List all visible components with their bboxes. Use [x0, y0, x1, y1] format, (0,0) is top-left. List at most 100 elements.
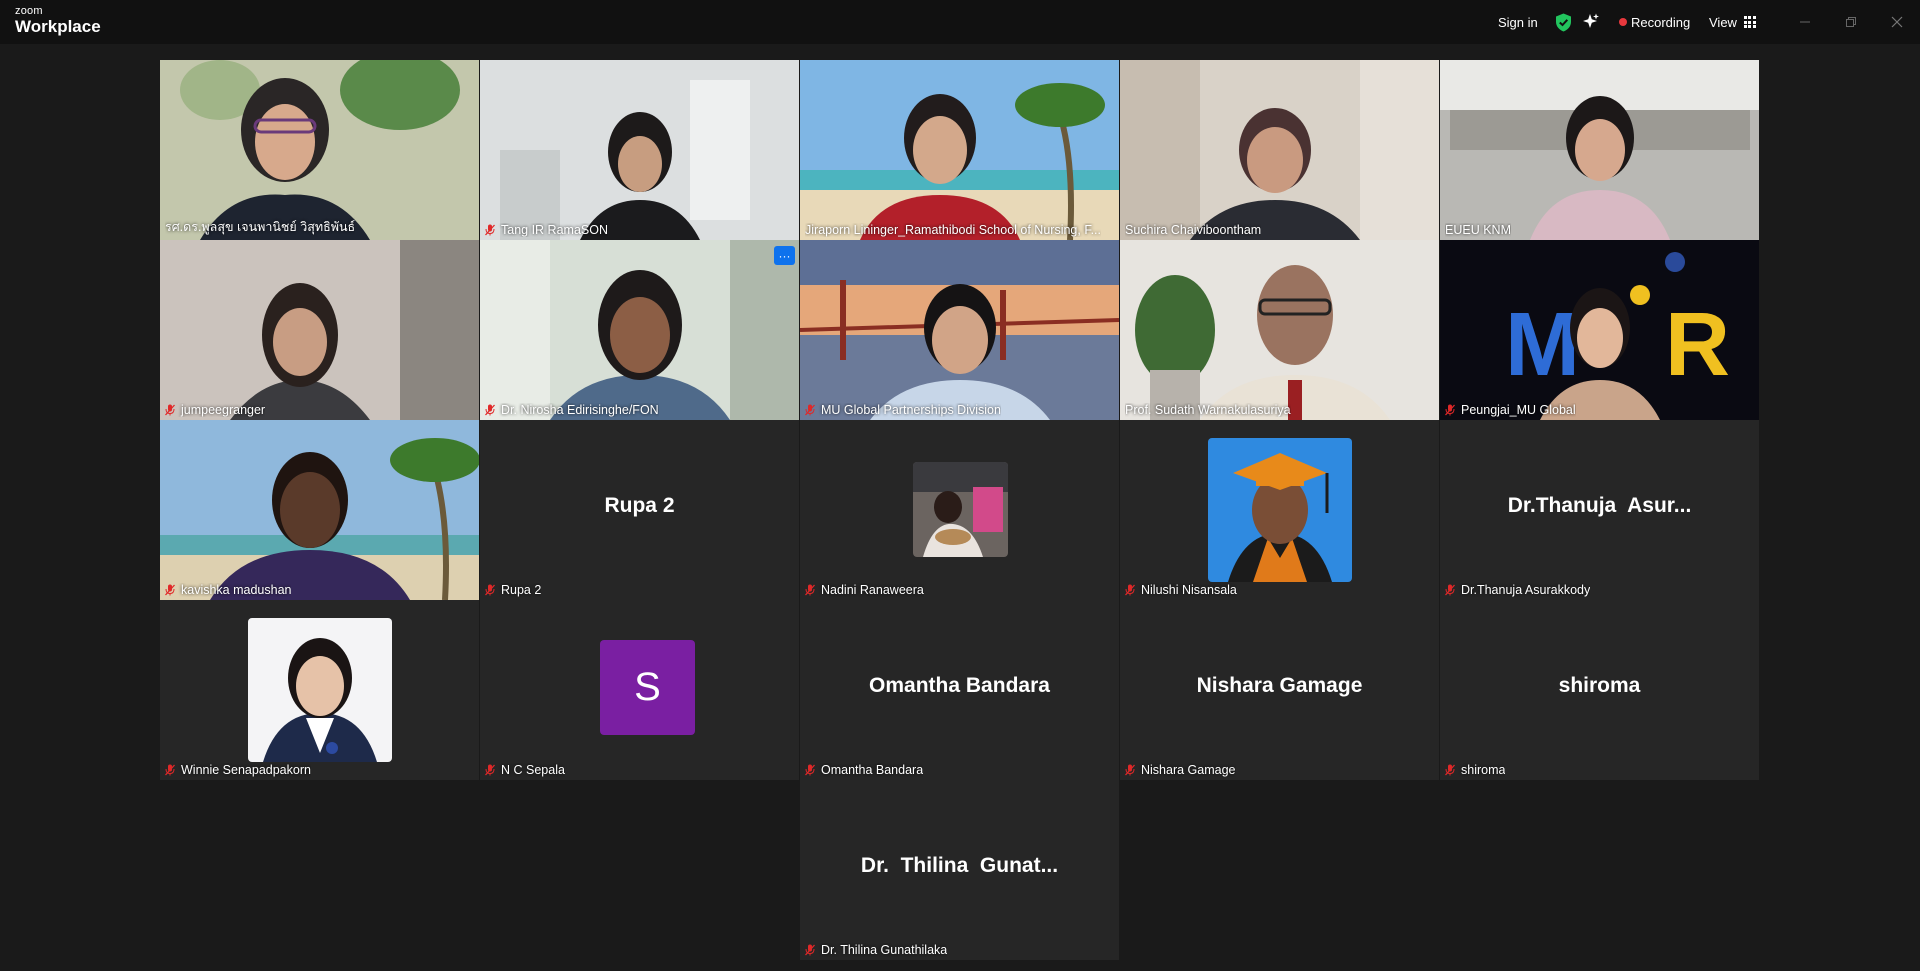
muted-mic-icon: [165, 764, 175, 776]
muted-mic-icon: [485, 764, 495, 776]
muted-mic-icon: [1445, 584, 1455, 596]
name-tile[interactable]: shiroma shiroma: [1440, 600, 1759, 780]
ai-companion-sparkle-icon[interactable]: [1582, 0, 1600, 44]
avatar-tile[interactable]: Nilushi Nisansala: [1120, 420, 1439, 600]
video-tile[interactable]: EUEU KNM: [1440, 60, 1759, 240]
name-tile[interactable]: Dr.Thanuja Asur... Dr.Thanuja Asurakkody: [1440, 420, 1759, 600]
participant-display-name: Dr.Thanuja Asur...: [1507, 494, 1692, 517]
participant-name-bar: Nadini Ranaweera: [805, 583, 924, 597]
video-feed: [160, 240, 479, 420]
name-tile[interactable]: Dr. Thilina Gunat... Dr. Thilina Gunathi…: [800, 780, 1119, 960]
participant-name: Omantha Bandara: [821, 763, 924, 777]
video-tile[interactable]: Suchira Chaiviboontham: [1120, 60, 1439, 240]
muted-mic-icon: [485, 224, 495, 236]
video-tile[interactable]: ··· Dr. Nirosha Edirisinghe/FON: [480, 240, 799, 420]
svg-text:M: M: [1505, 295, 1580, 395]
view-label: View: [1709, 14, 1737, 30]
participant-display-name: Omantha Bandara: [869, 674, 1050, 697]
participant-name-bar: Dr. Nirosha Edirisinghe/FON: [485, 403, 659, 417]
participant-name: Tang IR RamaSON: [501, 223, 608, 237]
muted-mic-icon: [485, 404, 495, 416]
participant-name: kavishka madushan: [181, 583, 292, 597]
participant-name-bar: kavishka madushan: [165, 583, 291, 597]
recording-dot-icon: [1619, 18, 1627, 26]
sign-in-button[interactable]: Sign in: [1498, 0, 1538, 44]
video-tile[interactable]: Prof. Sudath Warnakulasuriya: [1120, 240, 1439, 420]
recording-indicator[interactable]: Recording: [1619, 0, 1690, 44]
maximize-window-button[interactable]: [1828, 0, 1874, 44]
letter-avatar: S: [600, 640, 695, 735]
participant-display-name: shiroma: [1558, 674, 1641, 697]
avatar-tile[interactable]: S N C Sepala: [480, 600, 799, 780]
participant-display-name: Rupa 2: [604, 494, 675, 517]
muted-mic-icon: [485, 584, 495, 596]
name-tile[interactable]: Rupa 2 Rupa 2: [480, 420, 799, 600]
participant-name-bar: MU Global Partnerships Division: [805, 403, 1001, 417]
avatar-tile[interactable]: Nadini Ranaweera: [800, 420, 1119, 600]
video-feed: [160, 60, 479, 240]
participant-name-bar: Tang IR RamaSON: [485, 223, 608, 237]
muted-mic-icon: [805, 764, 815, 776]
recording-label: Recording: [1631, 14, 1691, 30]
muted-mic-icon: [805, 944, 815, 956]
name-tile[interactable]: Nishara Gamage Nishara Gamage: [1120, 600, 1439, 780]
participant-name-bar: shiroma: [1445, 763, 1505, 777]
video-tile[interactable]: Jiraporn Lininger_Ramathibodi School of …: [800, 60, 1119, 240]
security-shield-icon[interactable]: [1555, 0, 1572, 44]
muted-mic-icon: [805, 584, 815, 596]
participant-name-bar: Winnie Senapadpakorn: [165, 763, 311, 777]
participant-display-name: Dr. Thilina Gunat...: [860, 854, 1059, 877]
video-feed: [160, 420, 479, 600]
video-feed: [480, 240, 799, 420]
participant-name-bar: Nishara Gamage: [1125, 763, 1236, 777]
video-feed: M R: [1440, 240, 1759, 420]
video-tile[interactable]: M R Peungjai_MU Global: [1440, 240, 1759, 420]
muted-mic-icon: [805, 404, 815, 416]
participant-name: Suchira Chaiviboontham: [1125, 223, 1262, 237]
muted-mic-icon: [1125, 584, 1135, 596]
video-tile[interactable]: Tang IR RamaSON: [480, 60, 799, 240]
muted-mic-icon: [1125, 764, 1135, 776]
participant-name: Nadini Ranaweera: [821, 583, 924, 597]
view-button[interactable]: View: [1709, 0, 1756, 44]
participant-name: Nishara Gamage: [1141, 763, 1236, 777]
avatar: [913, 462, 1008, 557]
gallery-grid-icon: [1743, 16, 1756, 28]
name-tile[interactable]: Omantha Bandara Omantha Bandara: [800, 600, 1119, 780]
participant-name: Dr. Nirosha Edirisinghe/FON: [501, 403, 659, 417]
muted-mic-icon: [1445, 764, 1455, 776]
participant-name-bar: Dr.Thanuja Asurakkody: [1445, 583, 1590, 597]
avatar-tile[interactable]: Winnie Senapadpakorn: [160, 600, 479, 780]
participant-name-bar: N C Sepala: [485, 763, 565, 777]
more-options-button[interactable]: ···: [774, 246, 795, 265]
video-tile[interactable]: รศ.ดร.พูลสุข เจนพานิชย์ วิสุทธิพันธ์: [160, 60, 479, 240]
participant-name-bar: jumpeegranger: [165, 403, 265, 417]
logo-line1: zoom: [15, 5, 43, 17]
close-window-button[interactable]: [1874, 0, 1920, 44]
video-tile[interactable]: jumpeegranger: [160, 240, 479, 420]
participant-name: รศ.ดร.พูลสุข เจนพานิชย์ วิสุทธิพันธ์: [165, 220, 356, 234]
participant-display-name: Nishara Gamage: [1196, 674, 1363, 697]
minimize-icon: [1800, 21, 1810, 23]
minimize-window-button[interactable]: [1782, 0, 1828, 44]
participant-name-bar: Omantha Bandara: [805, 763, 923, 777]
video-tile[interactable]: kavishka madushan: [160, 420, 479, 600]
close-icon: [1891, 16, 1903, 28]
participant-name-bar: Dr. Thilina Gunathilaka: [805, 943, 947, 957]
video-feed: [1120, 60, 1439, 240]
muted-mic-icon: [1445, 404, 1455, 416]
participant-name: Rupa 2: [501, 583, 542, 597]
video-feed: [800, 240, 1119, 420]
participant-name: Dr. Thilina Gunathilaka: [821, 943, 948, 957]
participant-name: jumpeegranger: [181, 403, 266, 417]
video-tile[interactable]: MU Global Partnerships Division: [800, 240, 1119, 420]
participant-name: Winnie Senapadpakorn: [181, 763, 311, 777]
title-bar: zoom Workplace Sign in Recording View: [0, 0, 1920, 44]
participant-name: EUEU KNM: [1445, 223, 1511, 237]
participant-name-bar: Rupa 2: [485, 583, 541, 597]
participant-name-bar: Peungjai_MU Global: [1445, 403, 1576, 417]
video-feed: [800, 60, 1119, 240]
participant-name: MU Global Partnerships Division: [821, 403, 1001, 417]
participant-name: Dr.Thanuja Asurakkody: [1461, 583, 1591, 597]
avatar: [1208, 438, 1352, 582]
